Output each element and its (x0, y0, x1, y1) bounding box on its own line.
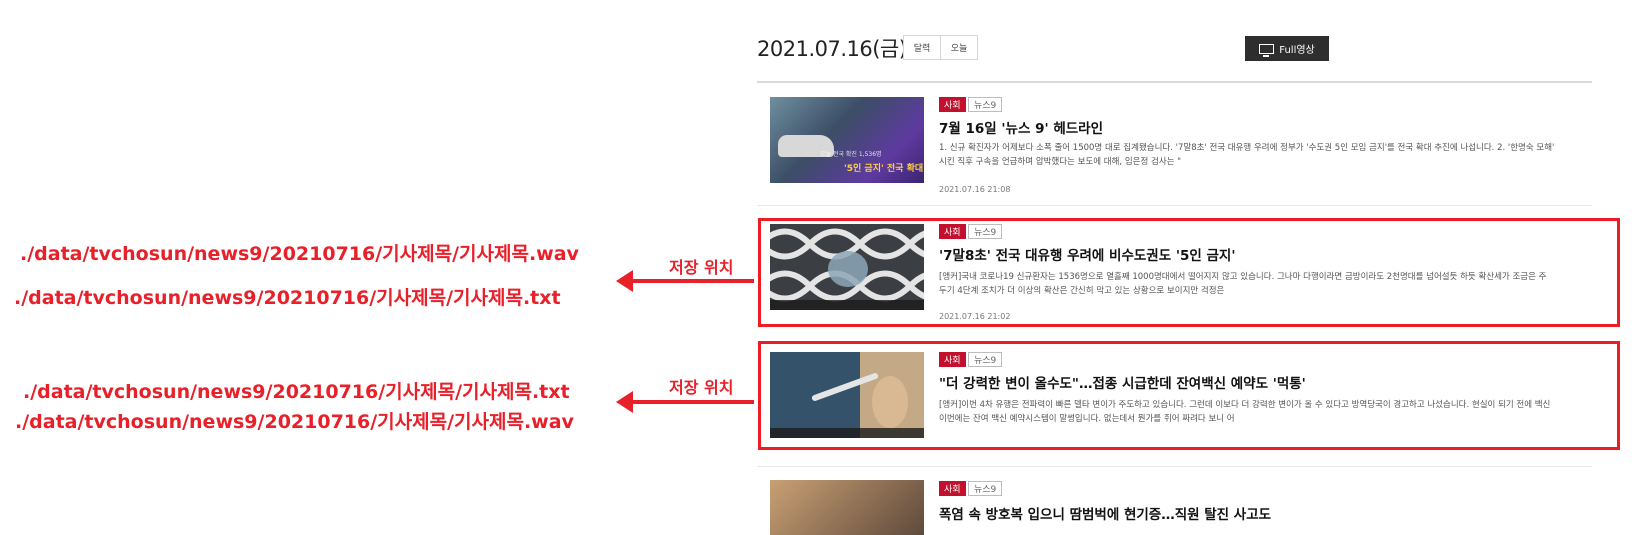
save-path-text: ./data/tvchosun/news9/20210716/기사제목/기사제목… (20, 243, 579, 265)
article-summary-line: 1. 신규 확진자가 어제보다 소폭 줄어 1500명 대로 집계됐습니다. '… (939, 143, 1555, 153)
full-video-button[interactable]: Full영상 (1245, 36, 1329, 61)
full-video-label: Full영상 (1279, 45, 1315, 56)
category-tag[interactable]: 사회 (939, 97, 966, 112)
program-tag[interactable]: 뉴스9 (968, 481, 1003, 496)
article-thumbnail[interactable]: 오늘 전국 확진 1,536명 '5인 금지' 전국 확대 (770, 97, 924, 183)
save-path-text: ./data/tvchosun/news9/20210716/기사제목/기사제목… (23, 381, 570, 403)
save-path-text: ./data/tvchosun/news9/20210716/기사제목/기사제목… (15, 411, 574, 433)
highlight-box (758, 218, 1620, 327)
thumbnail-caption: '5인 금지' 전국 확대 (844, 164, 924, 174)
highlight-box (758, 341, 1620, 450)
calendar-button[interactable]: 달력 (903, 35, 941, 60)
article-title[interactable]: 폭염 속 방호복 입으니 땀범벅에 현기증…직원 탈진 사고도 (939, 503, 1271, 523)
left-arrow-icon (616, 391, 754, 413)
article-date: 2021.07.16 21:08 (939, 185, 1011, 194)
monitor-icon (1259, 43, 1275, 57)
page-date-title: 2021.07.16(금) (757, 37, 907, 61)
article-summary-line: 시킨 직후 구속을 언급하며 압박했다는 보도에 대해, 임은정 검사는 " (939, 157, 1182, 167)
thumbnail-subcaption: 오늘 전국 확진 1,536명 (820, 151, 882, 158)
row-divider (757, 205, 1592, 206)
row-divider (757, 466, 1592, 467)
save-location-label: 저장 위치 (669, 378, 734, 397)
program-tag[interactable]: 뉴스9 (968, 97, 1003, 112)
article-title[interactable]: 7월 16일 '뉴스 9' 헤드라인 (939, 117, 1103, 137)
article-thumbnail[interactable] (770, 480, 924, 535)
today-button[interactable]: 오늘 (940, 35, 978, 60)
left-arrow-icon (616, 270, 754, 292)
save-location-label: 저장 위치 (669, 258, 734, 277)
category-tag[interactable]: 사회 (939, 481, 966, 496)
save-path-text: ./data/tvchosun/news9/20210716/기사제목/기사제목… (14, 287, 561, 309)
header-divider (757, 81, 1592, 83)
